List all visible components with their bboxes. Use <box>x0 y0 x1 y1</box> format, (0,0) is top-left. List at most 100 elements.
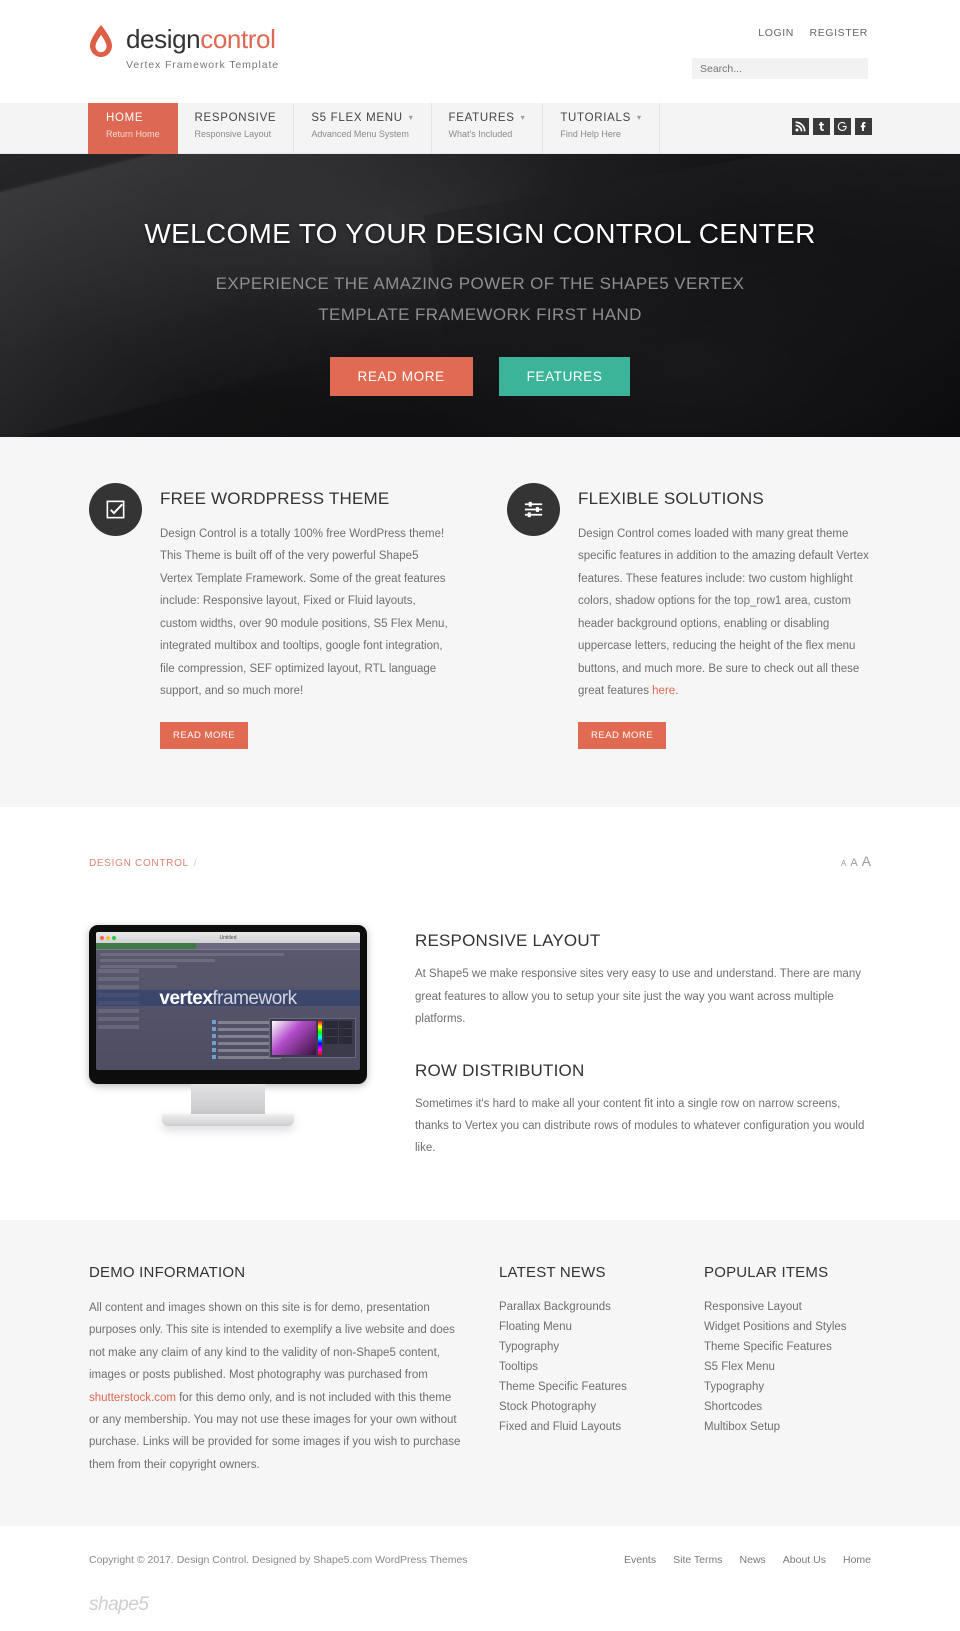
checkbox-icon <box>89 483 142 536</box>
footer-widgets-section: DEMO INFORMATION All content and images … <box>0 1219 960 1527</box>
nav-item-features[interactable]: FEATURES ▾ What's Included <box>432 103 544 154</box>
hero-subtitle-line-2: TEMPLATE FRAMEWORK FIRST HAND <box>318 305 642 325</box>
nav-item-sublabel: What's Included <box>448 129 513 139</box>
monitor-logo-light: framework <box>212 988 297 1010</box>
list-item[interactable]: Theme Specific Features <box>499 1377 704 1397</box>
monitor-row <box>100 965 177 969</box>
hero-read-more-button[interactable]: READ MORE <box>329 356 473 396</box>
section-title: ROW DISTRIBUTION <box>415 1060 585 1080</box>
features-section: FREE WORDPRESS THEME Design Control is a… <box>0 437 960 808</box>
list-item[interactable]: Responsive Layout <box>704 1297 871 1317</box>
list-item[interactable]: Multibox Setup <box>704 1417 871 1437</box>
list-item[interactable]: Fixed and Fluid Layouts <box>499 1417 704 1437</box>
monitor-window-title: Untitled <box>219 934 237 941</box>
content-section-responsive-layout: RESPONSIVE LAYOUT At Shape5 we make resp… <box>415 931 871 1030</box>
nav-item-tutorials[interactable]: TUTORIALS ▾ Find Help Here <box>543 103 660 154</box>
feature-card-flexible-solutions: FLEXIBLE SOLUTIONS Design Control comes … <box>507 483 871 750</box>
latest-news-list: Parallax Backgrounds Floating Menu Typog… <box>499 1297 704 1437</box>
list-item[interactable]: Floating Menu <box>499 1317 704 1337</box>
nav-item-text: S5 FLEX MENU <box>311 112 403 124</box>
monitor-bezel: Untitled vertexframework <box>89 925 367 1085</box>
site-logo[interactable]: designcontrol Vertex Framework Template <box>88 24 279 71</box>
monitor-row <box>100 953 285 957</box>
footer-widget-title: LATEST NEWS <box>499 1263 606 1281</box>
footer-link-home[interactable]: Home <box>843 1554 871 1566</box>
feature-card-body: FREE WORDPRESS THEME Design Control is a… <box>160 483 453 750</box>
water-drop-icon <box>88 24 114 58</box>
popular-items-list: Responsive Layout Widget Positions and S… <box>704 1297 871 1437</box>
login-link[interactable]: LOGIN <box>758 27 794 39</box>
list-item[interactable]: Typography <box>704 1377 871 1397</box>
register-link[interactable]: REGISTER <box>810 27 868 39</box>
monitor-sidebar-item <box>98 1025 139 1030</box>
breadcrumb-item[interactable]: DESIGN CONTROL <box>89 858 189 869</box>
monitor-window-titlebar: Untitled <box>96 932 360 944</box>
feature-read-more-button[interactable]: READ MORE <box>578 722 667 750</box>
nav-item-text: FEATURES <box>448 112 515 124</box>
list-item[interactable]: Typography <box>499 1337 704 1357</box>
footer-widget-title: DEMO INFORMATION <box>89 1263 246 1281</box>
copyright-inner: Copyright © 2017. Design Control. Design… <box>89 1554 871 1616</box>
nav-item-label: FEATURES ▾ <box>449 112 526 124</box>
social-links <box>792 118 872 135</box>
section-title: RESPONSIVE LAYOUT <box>415 931 601 951</box>
footer-copyright-bar: Copyright © 2017. Design Control. Design… <box>0 1526 960 1631</box>
feature-inline-link[interactable]: here <box>652 685 675 697</box>
hero-features-button[interactable]: FEATURES <box>498 356 631 396</box>
breadcrumb-row: DESIGN CONTROL / A A A <box>89 845 871 869</box>
list-item[interactable]: Stock Photography <box>499 1397 704 1417</box>
footer-link-site-terms[interactable]: Site Terms <box>673 1554 722 1566</box>
rss-icon[interactable] <box>792 118 809 135</box>
list-item[interactable]: Theme Specific Features <box>704 1337 871 1357</box>
monitor-sidebar-item <box>98 1017 139 1022</box>
list-item[interactable]: Widget Positions and Styles <box>704 1317 871 1337</box>
list-item[interactable]: S5 Flex Menu <box>704 1357 871 1377</box>
font-size-small-button[interactable]: A <box>841 859 846 868</box>
list-item[interactable]: Tooltips <box>499 1357 704 1377</box>
nav-item-label: RESPONSIVE <box>194 112 277 124</box>
twitter-icon[interactable] <box>813 118 830 135</box>
shutterstock-link[interactable]: shutterstock.com <box>89 1392 176 1404</box>
chevron-down-icon: ▾ <box>636 113 642 122</box>
font-size-medium-button[interactable]: A <box>850 857 857 869</box>
feature-description-text: Design Control comes loaded with many gr… <box>578 528 869 697</box>
chevron-down-icon: ▾ <box>520 113 526 122</box>
feature-read-more-button[interactable]: READ MORE <box>160 722 249 750</box>
footer-link-news[interactable]: News <box>740 1554 766 1566</box>
footer-link-events[interactable]: Events <box>624 1554 656 1566</box>
feature-title: FREE WORDPRESS THEME <box>160 489 390 508</box>
section-body: Sometimes it's hard to make all your con… <box>415 1097 865 1155</box>
shape5-brand-logo[interactable]: shape5 <box>89 1594 871 1616</box>
hero-title: WELCOME TO YOUR DESIGN CONTROL CENTER <box>144 218 816 249</box>
monitor-image-column: Untitled vertexframework <box>89 925 379 1160</box>
monitor-sidebar-item <box>98 977 139 982</box>
feature-card-body: FLEXIBLE SOLUTIONS Design Control comes … <box>578 483 871 750</box>
facebook-icon[interactable] <box>855 118 872 135</box>
footer-widget-body: All content and images shown on this sit… <box>89 1297 461 1476</box>
logo-title: designcontrol <box>126 26 279 52</box>
monitor-vertex-logo: vertexframework <box>96 988 360 1010</box>
color-swatches <box>323 1021 353 1055</box>
feature-card-free-wordpress-theme: FREE WORDPRESS THEME Design Control is a… <box>89 483 453 750</box>
search-input[interactable] <box>692 58 868 79</box>
copyright-text: Copyright © 2017. Design Control. Design… <box>89 1554 468 1567</box>
footer-link-about-us[interactable]: About Us <box>783 1554 826 1566</box>
copyright-row: Copyright © 2017. Design Control. Design… <box>89 1554 871 1566</box>
font-size-large-button[interactable]: A <box>862 853 871 869</box>
feature-title: FLEXIBLE SOLUTIONS <box>578 489 764 508</box>
site-header: designcontrol Vertex Framework Template … <box>0 0 960 103</box>
list-item[interactable]: Parallax Backgrounds <box>499 1297 704 1317</box>
feature-description: Design Control comes loaded with many gr… <box>578 523 871 702</box>
nav-item-responsive[interactable]: RESPONSIVE Responsive Layout <box>178 103 295 154</box>
breadcrumb: DESIGN CONTROL / <box>89 858 197 869</box>
main-inner: DESIGN CONTROL / A A A Untitled vertexfr… <box>89 845 871 1160</box>
logo-title-secondary: control <box>200 24 276 54</box>
nav-item-label: TUTORIALS ▾ <box>560 112 641 124</box>
google-plus-icon[interactable] <box>834 118 851 135</box>
content-section-row-distribution: ROW DISTRIBUTION Sometimes it's hard to … <box>415 1061 871 1160</box>
hero-buttons: READ MORE FEATURES <box>89 356 871 396</box>
nav-item-home[interactable]: HOME Return Home <box>88 103 178 154</box>
nav-item-s5-flex-menu[interactable]: S5 FLEX MENU ▾ Advanced Menu System <box>294 103 432 154</box>
monitor-logo-bold: vertex <box>159 988 213 1010</box>
list-item[interactable]: Shortcodes <box>704 1397 871 1417</box>
